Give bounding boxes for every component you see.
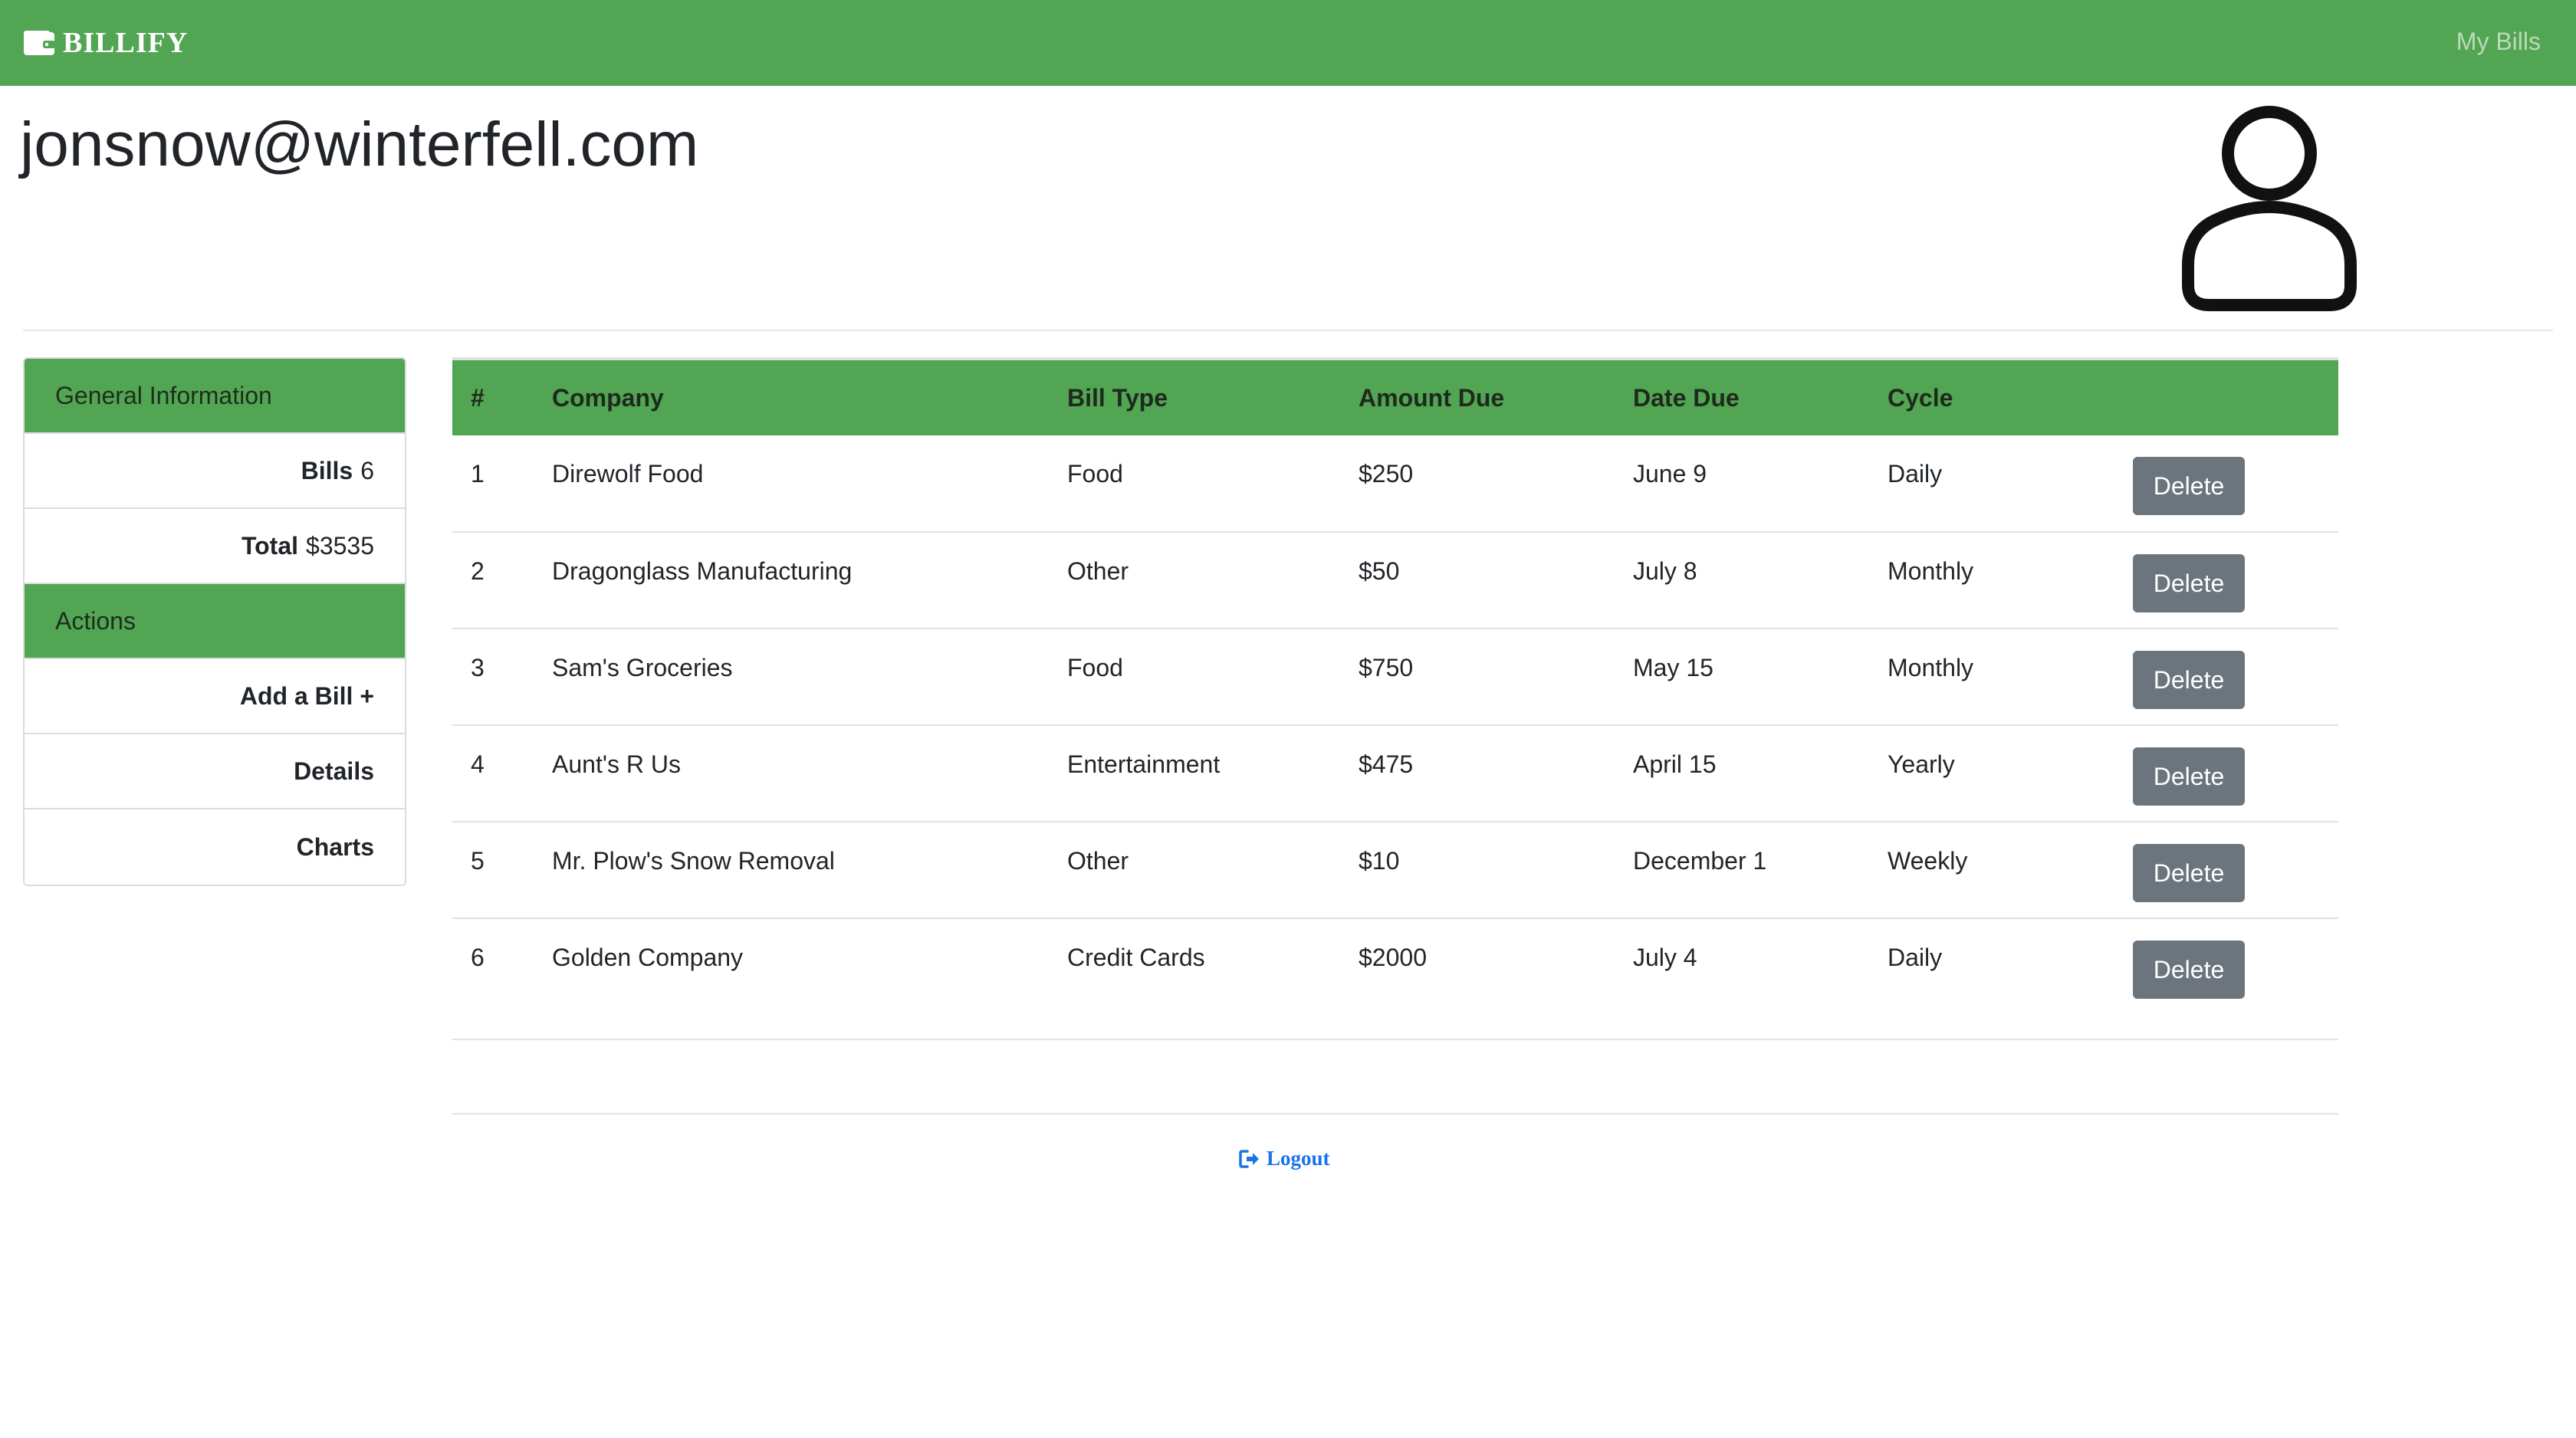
user-email: jonsnow@winterfell.com — [20, 110, 699, 179]
delete-button[interactable]: Delete — [2133, 651, 2245, 709]
cell-amount: $750 — [1359, 654, 1414, 681]
cell-company: Mr. Plow's Snow Removal — [552, 847, 835, 875]
cell-amount: $250 — [1359, 460, 1414, 488]
delete-button[interactable]: Delete — [2133, 844, 2245, 902]
cell-num: 3 — [471, 654, 485, 681]
cell-date: May 15 — [1633, 654, 1714, 681]
cell-company: Aunt's R Us — [552, 750, 681, 778]
nav-my-bills[interactable]: My Bills — [2456, 28, 2541, 56]
sidebar-heading-general: General Information — [25, 359, 405, 434]
cell-date: July 8 — [1633, 557, 1697, 585]
cell-num: 2 — [471, 557, 485, 585]
bills-table: # Company Bill Type Amount Due Date Due … — [452, 357, 2338, 1040]
table-row: 3 Sam's Groceries Food $750 May 15 Month… — [452, 629, 2338, 725]
wallet-icon — [24, 31, 55, 55]
bills-value: 6 — [360, 456, 374, 484]
sidebar-heading-actions: Actions — [25, 584, 405, 659]
user-icon — [2182, 106, 2357, 311]
cell-cycle: Yearly — [1888, 750, 1955, 778]
cell-bill-type: Other — [1067, 557, 1129, 585]
cell-bill-type: Entertainment — [1067, 750, 1221, 778]
cell-date: July 4 — [1633, 944, 1697, 971]
header-num: # — [471, 383, 485, 412]
header-amount-due: Amount Due — [1359, 383, 1505, 412]
sidebar: General Information Bills 6 Total $3535 … — [23, 357, 406, 886]
header-date-due: Date Due — [1633, 383, 1740, 412]
details-label: Details — [294, 757, 374, 785]
cell-amount: $10 — [1359, 847, 1400, 875]
sidebar-total: Total $3535 — [25, 509, 405, 584]
sidebar-item-add-bill[interactable]: Add a Bill + — [25, 659, 405, 734]
cell-cycle: Daily — [1888, 460, 1943, 488]
cell-actions: Delete — [2114, 725, 2338, 822]
cell-company: Direwolf Food — [552, 460, 704, 488]
logout-icon — [1239, 1149, 1259, 1168]
cell-bill-type: Credit Cards — [1067, 944, 1205, 971]
bills-table-container: # Company Bill Type Amount Due Date Due … — [452, 357, 2338, 1040]
table-row: 4 Aunt's R Us Entertainment $475 April 1… — [452, 725, 2338, 822]
total-value: $3535 — [306, 531, 374, 560]
cell-num: 6 — [471, 944, 485, 971]
cell-amount: $2000 — [1359, 944, 1427, 971]
sidebar-bills-count: Bills 6 — [25, 434, 405, 509]
header-bill-type: Bill Type — [1067, 383, 1168, 412]
brand-name: BILLIFY — [63, 27, 189, 59]
logout-link[interactable]: Logout — [1239, 1147, 1330, 1170]
table-row: 6 Golden Company Credit Cards $2000 July… — [452, 918, 2338, 1039]
cell-cycle: Monthly — [1888, 654, 1974, 681]
sidebar-item-details[interactable]: Details — [25, 734, 405, 809]
delete-button[interactable]: Delete — [2133, 554, 2245, 612]
cell-bill-type: Other — [1067, 847, 1129, 875]
sidebar-item-charts[interactable]: Charts — [25, 809, 405, 885]
table-row: 5 Mr. Plow's Snow Removal Other $10 Dece… — [452, 822, 2338, 918]
table-row: 2 Dragonglass Manufacturing Other $50 Ju… — [452, 532, 2338, 629]
charts-label: Charts — [296, 832, 374, 861]
cell-date: June 9 — [1633, 460, 1707, 488]
cell-cycle: Weekly — [1888, 847, 1968, 875]
brand-logo[interactable]: BILLIFY — [23, 23, 188, 63]
delete-button[interactable]: Delete — [2133, 941, 2245, 999]
cell-amount: $50 — [1359, 557, 1400, 585]
cell-actions: Delete — [2114, 918, 2338, 1039]
delete-button[interactable]: Delete — [2133, 747, 2245, 806]
cell-cycle: Monthly — [1888, 557, 1974, 585]
cell-num: 1 — [471, 460, 485, 488]
logout-label: Logout — [1267, 1147, 1330, 1170]
cell-company: Golden Company — [552, 944, 744, 971]
cell-actions: Delete — [2114, 435, 2338, 532]
cell-cycle: Daily — [1888, 944, 1943, 971]
header-company: Company — [552, 383, 664, 412]
cell-amount: $475 — [1359, 750, 1414, 778]
cell-num: 4 — [471, 750, 485, 778]
cell-bill-type: Food — [1067, 654, 1123, 681]
header-cycle: Cycle — [1888, 383, 1953, 412]
cell-date: April 15 — [1633, 750, 1717, 778]
cell-date: December 1 — [1633, 847, 1767, 875]
table-row: 1 Direwolf Food Food $250 June 9 Daily D… — [452, 435, 2338, 532]
cell-actions: Delete — [2114, 629, 2338, 725]
cell-num: 5 — [471, 847, 485, 875]
cell-bill-type: Food — [1067, 460, 1123, 488]
table-footer-divider — [452, 1038, 2338, 1115]
delete-button[interactable]: Delete — [2133, 457, 2245, 515]
navbar: BILLIFY My Bills — [0, 0, 2576, 86]
cell-company: Sam's Groceries — [552, 654, 733, 681]
total-label: Total — [241, 531, 299, 560]
cell-actions: Delete — [2114, 532, 2338, 629]
header-divider — [23, 330, 2553, 331]
cell-actions: Delete — [2114, 822, 2338, 918]
cell-company: Dragonglass Manufacturing — [552, 557, 853, 585]
add-bill-label: Add a Bill + — [239, 681, 374, 710]
header-actions — [2114, 359, 2338, 435]
bills-label: Bills — [301, 456, 353, 484]
table-header-row: # Company Bill Type Amount Due Date Due … — [452, 359, 2338, 435]
